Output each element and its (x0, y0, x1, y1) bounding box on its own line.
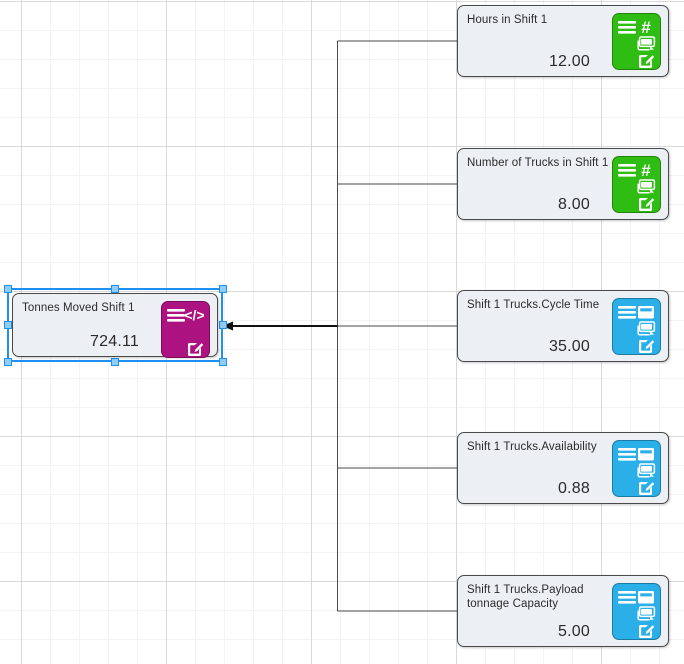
edit-icon[interactable] (638, 53, 655, 69)
node-title: Shift 1 Trucks.Payload tonnage Capacity (467, 584, 584, 610)
svg-text:#: # (641, 162, 651, 179)
node-value: 35.00 (548, 338, 590, 355)
node-action-badge[interactable]: </> (161, 301, 210, 358)
node-value: 8.00 (558, 196, 590, 213)
node-title: Tonnes Moved Shift 1 (22, 302, 135, 314)
layers-icon[interactable] (637, 606, 656, 622)
resize-handle-se[interactable] (219, 358, 227, 366)
resize-handle-s[interactable] (111, 358, 119, 366)
resize-handle-nw[interactable] (4, 285, 12, 293)
svg-text:</>: </> (185, 307, 204, 323)
hash-icon[interactable]: # (637, 161, 655, 180)
node-value: 0.88 (558, 480, 590, 497)
layers-icon[interactable] (637, 321, 656, 337)
node-action-badge[interactable] (612, 583, 661, 640)
link-to-selected-node (222, 321, 338, 331)
edit-icon[interactable] (187, 341, 204, 357)
node-title: Shift 1 Trucks.Cycle Time (467, 299, 600, 311)
menu-icon[interactable] (618, 20, 637, 35)
layers-icon[interactable] (637, 36, 656, 52)
node-action-badge[interactable] (612, 440, 661, 497)
hash-icon[interactable]: # (637, 18, 655, 37)
node-action-badge[interactable] (612, 298, 661, 355)
code-icon[interactable]: </> (184, 307, 204, 323)
node-action-badge[interactable]: # (612, 156, 661, 213)
edit-icon[interactable] (638, 196, 655, 212)
resize-handle-sw[interactable] (4, 358, 12, 366)
menu-icon[interactable] (618, 447, 637, 462)
node-value: 724.11 (90, 333, 139, 350)
resize-handle-e[interactable] (219, 321, 227, 329)
resize-handle-w[interactable] (4, 321, 12, 329)
edit-icon[interactable] (638, 480, 655, 496)
resize-handle-n[interactable] (111, 285, 119, 293)
node-shift-1-trucks-payload-tonnage-capacity[interactable]: Shift 1 Trucks.Payload tonnage Capacity … (457, 575, 669, 647)
node-tonnes-moved-shift-1[interactable]: Tonnes Moved Shift 1 724.11 </> (12, 293, 218, 358)
node-title: Number of Trucks in Shift 1 (467, 157, 609, 169)
node-shift-1-trucks-cycle-time[interactable]: Shift 1 Trucks.Cycle Time 35.00 (457, 290, 669, 362)
node-value: 5.00 (558, 623, 590, 640)
table-icon[interactable] (637, 304, 655, 320)
table-icon[interactable] (637, 589, 655, 605)
node-number-of-trucks-in-shift-1[interactable]: Number of Trucks in Shift 1 8.00 # (457, 148, 669, 220)
svg-text:#: # (641, 19, 651, 36)
resize-handle-ne[interactable] (219, 285, 227, 293)
menu-icon[interactable] (618, 163, 637, 178)
node-shift-1-trucks-availability[interactable]: Shift 1 Trucks.Availability 0.88 (457, 432, 669, 504)
menu-icon[interactable] (618, 305, 637, 320)
node-title: Hours in Shift 1 (467, 14, 548, 26)
table-icon[interactable] (637, 446, 655, 462)
menu-icon[interactable] (167, 308, 186, 323)
menu-icon[interactable] (618, 590, 637, 605)
layers-icon[interactable] (637, 179, 656, 195)
layers-icon[interactable] (637, 463, 656, 479)
edit-icon[interactable] (638, 338, 655, 354)
node-action-badge[interactable]: # (612, 13, 661, 70)
diagram-canvas[interactable]: Tonnes Moved Shift 1 724.11 </> Hours in… (0, 0, 684, 664)
node-hours-in-shift-1[interactable]: Hours in Shift 1 12.00 # (457, 5, 669, 77)
node-value: 12.00 (548, 53, 590, 70)
node-title: Shift 1 Trucks.Availability (467, 441, 597, 453)
edit-icon[interactable] (638, 623, 655, 639)
